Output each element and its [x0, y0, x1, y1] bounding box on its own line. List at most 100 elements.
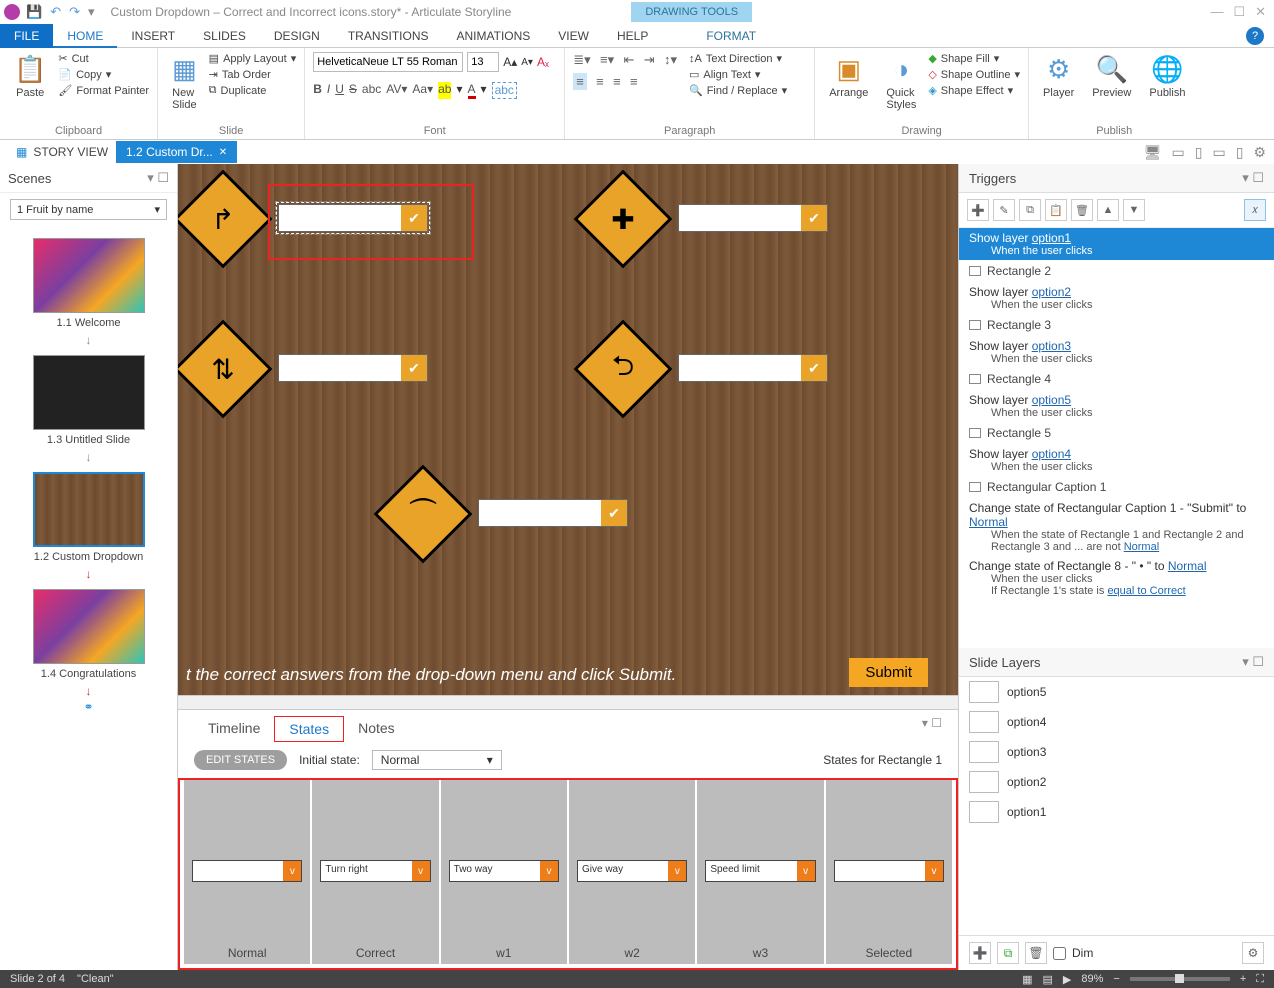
indent-icon[interactable]: ⇥	[644, 52, 655, 67]
tablet-portrait-icon[interactable]: ▯	[1195, 144, 1203, 161]
panel-menu-icon[interactable]: ▾ ☐	[1242, 654, 1264, 670]
delete-trigger-button[interactable]: 🗑	[1071, 199, 1093, 221]
delete-layer-button[interactable]: 🗑	[1025, 942, 1047, 964]
tab-states[interactable]: States	[274, 716, 344, 742]
edit-trigger-button[interactable]: ✎	[993, 199, 1015, 221]
layer-row[interactable]: option5	[959, 677, 1274, 707]
layer-properties-button[interactable]: ⚙	[1242, 942, 1264, 964]
strike-button[interactable]: S	[349, 82, 357, 99]
zoom-out-icon[interactable]: −	[1113, 973, 1119, 985]
state-cell[interactable]: Two wayvw1	[441, 780, 567, 964]
slide-thumb[interactable]	[33, 589, 145, 664]
slide-thumb[interactable]	[33, 238, 145, 313]
submit-button[interactable]: Submit	[849, 658, 928, 687]
slide-canvas[interactable]: ↱ ✔ ✚ ✔ ⇅ ✔ ⮌ ✔ ⏜ ✔ t the correct answer…	[178, 164, 958, 695]
trigger-link[interactable]: Normal	[1168, 559, 1207, 573]
tab-timeline[interactable]: Timeline	[194, 716, 274, 742]
align-center-icon[interactable]: ≡	[596, 74, 604, 89]
dropdown-2[interactable]: ✔	[678, 204, 828, 232]
tab-design[interactable]: DESIGN	[260, 24, 334, 48]
layer-row[interactable]: option4	[959, 707, 1274, 737]
slideshow-icon[interactable]: ▶	[1063, 973, 1071, 986]
desktop-view-icon[interactable]: 🖥	[1144, 144, 1162, 161]
trigger-link[interactable]: option4	[1032, 447, 1071, 461]
grid-view-icon[interactable]: ▦	[1022, 973, 1032, 986]
arrange-button[interactable]: ▣Arrange	[823, 52, 874, 101]
trigger-link[interactable]: Normal	[969, 515, 1008, 529]
variables-button[interactable]: 𝑥	[1244, 199, 1266, 221]
trigger-object-row[interactable]: Rectangle 2	[959, 260, 1274, 282]
bold-button[interactable]: B	[313, 82, 322, 99]
slide-thumb-selected[interactable]	[33, 472, 145, 547]
zoom-slider[interactable]	[1130, 977, 1230, 981]
state-cell[interactable]: vNormal	[184, 780, 310, 964]
increase-font-icon[interactable]: A▴	[503, 55, 517, 69]
numbering-icon[interactable]: ≡▾	[600, 52, 614, 67]
trigger-link[interactable]: equal to Correct	[1107, 585, 1185, 597]
normal-view-icon[interactable]: ▤	[1043, 973, 1053, 986]
trigger-item[interactable]: Show layer option3When the user clicks	[959, 336, 1274, 368]
tab-order-button[interactable]: ⇥Tab Order	[209, 68, 297, 81]
clear-formatting-icon[interactable]: Aₓ	[537, 55, 549, 69]
dropdown-4[interactable]: ✔	[678, 354, 828, 382]
scenes-menu-icon[interactable]: ▾ ☐	[147, 170, 169, 186]
bullets-icon[interactable]: ≣▾	[573, 52, 590, 67]
format-painter-button[interactable]: 🖌Format Painter	[58, 84, 149, 97]
tab-slides[interactable]: SLIDES	[189, 24, 260, 48]
phone-portrait-icon[interactable]: ▯	[1236, 144, 1244, 161]
tab-format[interactable]: FORMAT	[692, 24, 770, 48]
copy-button[interactable]: 📄Copy ▾	[58, 68, 149, 81]
new-layer-button[interactable]: ➕	[969, 942, 991, 964]
decrease-font-icon[interactable]: A▾	[521, 57, 533, 68]
tab-file[interactable]: FILE	[0, 24, 53, 48]
tab-view[interactable]: VIEW	[544, 24, 603, 48]
paste-trigger-button[interactable]: 📋	[1045, 199, 1067, 221]
trigger-object-row[interactable]: Rectangle 5	[959, 422, 1274, 444]
font-size-combo[interactable]	[467, 52, 499, 72]
redo-icon[interactable]: ↷	[69, 4, 80, 20]
trigger-item[interactable]: Show layer option5When the user clicks	[959, 390, 1274, 422]
shape-effect-button[interactable]: ◈Shape Effect ▾	[928, 84, 1020, 97]
horizontal-scrollbar[interactable]	[178, 695, 958, 709]
tab-transitions[interactable]: TRANSITIONS	[334, 24, 443, 48]
tab-animations[interactable]: ANIMATIONS	[443, 24, 545, 48]
zoom-in-icon[interactable]: +	[1240, 973, 1246, 985]
paste-button[interactable]: 📋Paste	[8, 52, 52, 101]
layer-row[interactable]: option1	[959, 797, 1274, 827]
copy-trigger-button[interactable]: ⧉	[1019, 199, 1041, 221]
state-cell[interactable]: Give wayvw2	[569, 780, 695, 964]
apply-layout-button[interactable]: ▤Apply Layout ▾	[209, 52, 297, 65]
new-trigger-button[interactable]: ➕	[967, 199, 989, 221]
line-spacing-icon[interactable]: ↕▾	[664, 52, 677, 67]
close-icon[interactable]: ✕	[1255, 4, 1266, 20]
edit-states-button[interactable]: EDIT STATES	[194, 750, 287, 770]
find-replace-button[interactable]: 🔍Find / Replace ▾	[689, 84, 787, 97]
tab-notes[interactable]: Notes	[344, 716, 409, 742]
trigger-object-row[interactable]: Rectangular Caption 1	[959, 476, 1274, 498]
align-right-icon[interactable]: ≡	[613, 74, 621, 89]
initial-state-combo[interactable]: Normal▾	[372, 750, 502, 770]
trigger-item[interactable]: Show layer option4When the user clicks	[959, 444, 1274, 476]
new-slide-button[interactable]: ▦New Slide	[166, 52, 203, 113]
tab-insert[interactable]: INSERT	[117, 24, 189, 48]
trigger-link[interactable]: Normal	[1124, 541, 1159, 553]
fit-window-icon[interactable]: ⛶	[1256, 973, 1264, 986]
responsive-settings-icon[interactable]: ⚙	[1253, 144, 1266, 161]
selection-handles[interactable]	[276, 202, 430, 234]
undo-icon[interactable]: ↶	[50, 4, 61, 20]
qat-dropdown-icon[interactable]: ▾	[88, 4, 95, 20]
maximize-icon[interactable]: ☐	[1233, 4, 1245, 20]
align-left-icon[interactable]: ≡	[573, 73, 587, 90]
trigger-item[interactable]: Change state of Rectangle 8 - " • " to N…	[959, 556, 1274, 600]
trigger-object-row[interactable]: Rectangle 4	[959, 368, 1274, 390]
font-color-button[interactable]: A	[468, 82, 476, 99]
tablet-landscape-icon[interactable]: ▭	[1172, 144, 1185, 161]
move-down-button[interactable]: ▼	[1123, 199, 1145, 221]
help-icon[interactable]: ?	[1246, 27, 1264, 45]
trigger-object-row[interactable]: Rectangle 3	[959, 314, 1274, 336]
dropdown-3[interactable]: ✔	[278, 354, 428, 382]
font-family-combo[interactable]	[313, 52, 463, 72]
move-up-button[interactable]: ▲	[1097, 199, 1119, 221]
highlight-button[interactable]: ab	[438, 82, 451, 99]
align-text-button[interactable]: ▭Align Text ▾	[689, 68, 787, 81]
